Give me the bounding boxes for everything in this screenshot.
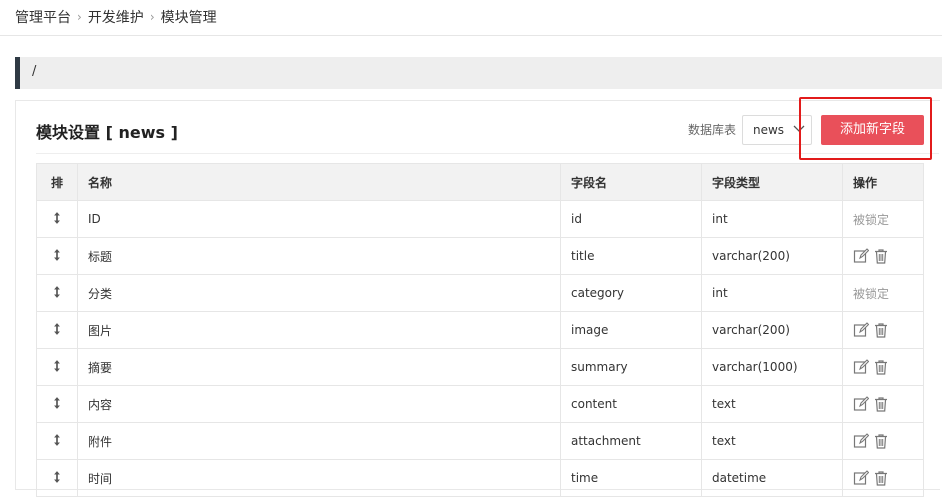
edit-icon[interactable]	[853, 433, 870, 449]
cell-type: int	[701, 200, 843, 238]
cell-name: 摘要	[77, 348, 561, 386]
cell-actions	[842, 422, 924, 460]
cell-name: 内容	[77, 385, 561, 423]
cell-field: summary	[560, 348, 702, 386]
breadcrumb: 管理平台 › 开发维护 › 模块管理	[15, 6, 217, 28]
db-table-label: 数据库表	[688, 123, 737, 137]
header-field: 字段名	[560, 163, 702, 201]
table-row: ID id int 被锁定	[36, 200, 924, 238]
breadcrumb-item-modules: 模块管理	[160, 10, 217, 26]
cell-actions	[842, 237, 924, 275]
cell-name: ID	[77, 200, 561, 238]
cell-field: time	[560, 459, 702, 497]
cell-type: varchar(1000)	[701, 348, 843, 386]
updown-arrow-icon[interactable]	[52, 359, 62, 376]
table-row: 附件 attachment text	[36, 422, 924, 460]
breadcrumb-item-platform[interactable]: 管理平台	[15, 7, 71, 27]
edit-icon[interactable]	[853, 359, 870, 375]
path-bar: /	[15, 57, 942, 89]
breadcrumb-item-dev[interactable]: 开发维护	[88, 7, 144, 27]
table-row: 图片 image varchar(200)	[36, 311, 924, 349]
edit-icon[interactable]	[853, 470, 870, 486]
cell-name: 时间	[77, 459, 561, 497]
cell-actions	[842, 311, 924, 349]
cell-type: text	[701, 422, 843, 460]
cell-name: 图片	[77, 311, 561, 349]
cell-type: int	[701, 274, 843, 312]
cell-name: 附件	[77, 422, 561, 460]
breadcrumb-separator-icon: ›	[149, 10, 155, 24]
table-header-row: 排 名称 字段名 字段类型 操作	[36, 163, 924, 201]
highlight-box	[799, 97, 932, 160]
cell-field: id	[560, 200, 702, 238]
header-actions: 操作	[842, 163, 924, 201]
cell-actions	[842, 348, 924, 386]
header-divider	[0, 35, 942, 36]
cell-field: content	[560, 385, 702, 423]
header-name: 名称	[77, 163, 561, 201]
cell-type: varchar(200)	[701, 311, 843, 349]
trash-icon[interactable]	[873, 359, 889, 375]
cell-field: category	[560, 274, 702, 312]
updown-arrow-icon[interactable]	[52, 322, 62, 339]
updown-arrow-icon[interactable]	[52, 285, 62, 302]
updown-arrow-icon[interactable]	[52, 470, 62, 487]
header-type: 字段类型	[701, 163, 843, 201]
table-row: 时间 time datetime	[36, 459, 924, 497]
updown-arrow-icon[interactable]	[52, 433, 62, 450]
updown-arrow-icon[interactable]	[52, 396, 62, 413]
table-row: 分类 category int 被锁定	[36, 274, 924, 312]
db-table-value: news	[753, 123, 785, 137]
cell-actions	[842, 385, 924, 423]
table-row: 内容 content text	[36, 385, 924, 423]
header-sort: 排	[36, 163, 78, 201]
cell-field: image	[560, 311, 702, 349]
trash-icon[interactable]	[873, 396, 889, 412]
trash-icon[interactable]	[873, 433, 889, 449]
updown-arrow-icon[interactable]	[52, 211, 62, 228]
cell-field: title	[560, 237, 702, 275]
breadcrumb-separator-icon: ›	[77, 10, 82, 24]
cell-type: text	[701, 385, 843, 423]
cell-name: 分类	[77, 274, 561, 312]
card-title: 模块设置 [ news ]	[36, 123, 178, 142]
cell-actions: 被锁定	[842, 274, 924, 312]
edit-icon[interactable]	[853, 322, 870, 338]
fields-table: 排 名称 字段名 字段类型 操作 ID id int 被锁定 标题 title varcha…	[36, 163, 924, 497]
table-row: 标题 title varchar(200)	[36, 237, 924, 275]
locked-label: 被锁定	[853, 286, 890, 301]
cell-type: datetime	[701, 459, 843, 497]
edit-icon[interactable]	[853, 248, 870, 264]
path-text: /	[32, 64, 37, 79]
trash-icon[interactable]	[873, 248, 889, 264]
cell-actions: 被锁定	[842, 200, 924, 238]
cell-name: 标题	[77, 237, 561, 275]
trash-icon[interactable]	[873, 322, 889, 338]
locked-label: 被锁定	[853, 212, 890, 227]
updown-arrow-icon[interactable]	[52, 248, 62, 265]
cell-field: attachment	[560, 422, 702, 460]
edit-icon[interactable]	[853, 396, 870, 412]
cell-type: varchar(200)	[701, 237, 843, 275]
trash-icon[interactable]	[873, 470, 889, 486]
cell-actions	[842, 459, 924, 497]
table-row: 摘要 summary varchar(1000)	[36, 348, 924, 386]
